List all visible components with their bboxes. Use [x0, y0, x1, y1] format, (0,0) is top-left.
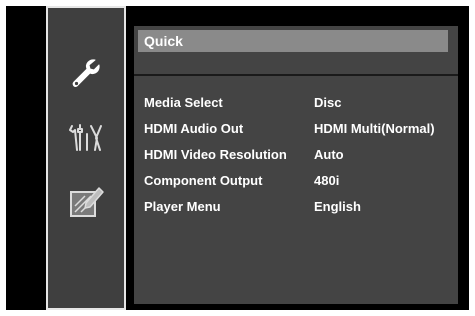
- tools-icon: [66, 120, 106, 156]
- setup-category-bar: [46, 6, 126, 310]
- quick-setup-panel: Quick Media Select Disc HDMI Audio Out H…: [134, 26, 458, 304]
- setting-row-component-output[interactable]: Component Output 480i: [144, 168, 454, 194]
- setting-value: Auto: [314, 147, 344, 162]
- divider: [134, 74, 458, 76]
- setting-row-hdmi-video-resolution[interactable]: HDMI Video Resolution Auto: [144, 142, 454, 168]
- setting-label: Player Menu: [144, 199, 221, 214]
- setting-label: HDMI Audio Out: [144, 121, 244, 136]
- custom-setup-tab[interactable]: [48, 108, 124, 168]
- setting-label: Media Select: [144, 95, 223, 110]
- setting-row-media-select[interactable]: Media Select Disc: [144, 90, 454, 116]
- setting-label: Component Output: [144, 173, 263, 188]
- setting-value: 480i: [314, 173, 340, 188]
- setup-screen: Quick Media Select Disc HDMI Audio Out H…: [6, 6, 469, 310]
- edit-icon: [66, 183, 106, 221]
- setting-row-hdmi-audio-out[interactable]: HDMI Audio Out HDMI Multi(Normal): [144, 116, 454, 142]
- quick-setup-tab[interactable]: [48, 44, 124, 104]
- setting-row-player-menu[interactable]: Player Menu English: [144, 194, 454, 220]
- setting-value: English: [314, 199, 361, 214]
- setting-value: HDMI Multi(Normal): [314, 121, 435, 136]
- panel-title: Quick: [138, 30, 448, 52]
- wrench-icon: [68, 56, 104, 92]
- initialize-tab[interactable]: [48, 172, 124, 232]
- setting-label: HDMI Video Resolution: [144, 147, 287, 162]
- setting-value: Disc: [314, 95, 342, 110]
- settings-list: Media Select Disc HDMI Audio Out HDMI Mu…: [144, 90, 454, 220]
